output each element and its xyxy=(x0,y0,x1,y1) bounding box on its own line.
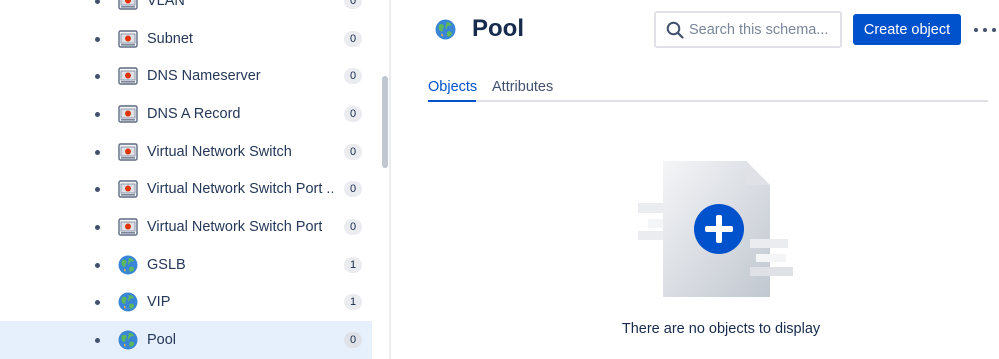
count-badge: 0 xyxy=(344,143,362,160)
bullet-dot xyxy=(95,338,100,344)
tree-item-subnet[interactable]: Subnet 0 xyxy=(0,20,372,58)
tree-item-label: Virtual Network Switch Port xyxy=(147,218,323,235)
bullet-dot xyxy=(95,262,100,268)
server-object-icon xyxy=(118,104,138,124)
tree-item-label: GSLB xyxy=(147,256,186,273)
object-type-sidebar: VLAN 0 Subnet 0 DNS Nameserver 0 DNS A R… xyxy=(0,0,391,359)
count-badge: 0 xyxy=(344,68,362,85)
tree-item-label: Virtual Network Switch Port ... xyxy=(147,181,333,198)
bullet-dot xyxy=(95,111,100,117)
count-badge: 1 xyxy=(344,256,362,273)
bullet-dot xyxy=(95,224,100,230)
tab-attributes[interactable]: Attributes xyxy=(492,79,553,95)
tab-objects[interactable]: Objects xyxy=(428,79,477,95)
bullet-dot xyxy=(95,74,100,80)
count-badge: 1 xyxy=(344,294,362,311)
bullet-dot xyxy=(95,0,100,4)
bullet-dot xyxy=(95,187,100,193)
sidebar-scrollbar[interactable] xyxy=(380,0,389,359)
tree-item-label: Subnet xyxy=(147,30,193,47)
server-object-icon xyxy=(118,179,138,199)
tree-item-virtual-network-switch-port-truncated[interactable]: Virtual Network Switch Port ... 0 xyxy=(0,170,372,208)
page-title: Pool xyxy=(472,15,524,42)
sidebar-scrollbar-thumb[interactable] xyxy=(382,76,388,168)
globe-icon xyxy=(118,292,138,312)
bullet-dot xyxy=(95,149,100,155)
tree-item-label: DNS A Record xyxy=(147,105,241,122)
server-object-icon xyxy=(118,29,138,49)
globe-icon xyxy=(118,255,138,275)
tree-item-label: VIP xyxy=(147,294,171,311)
tree-item-virtual-network-switch[interactable]: Virtual Network Switch 0 xyxy=(0,133,372,171)
count-badge: 0 xyxy=(344,332,362,349)
more-dot xyxy=(974,28,978,32)
tab-bar: Objects Attributes xyxy=(428,74,988,102)
tree-item-label: DNS Nameserver xyxy=(147,68,261,85)
count-badge: 0 xyxy=(344,30,362,47)
more-dot xyxy=(983,28,987,32)
tree-item-label: Virtual Network Switch xyxy=(147,143,292,160)
empty-state-message: There are no objects to display xyxy=(621,321,821,337)
tree-item-pool[interactable]: Pool 0 xyxy=(0,321,372,359)
add-document-icon xyxy=(638,161,793,297)
search-icon xyxy=(666,21,684,39)
tree-item-gslb[interactable]: GSLB 1 xyxy=(0,246,372,284)
count-badge: 0 xyxy=(344,181,362,198)
tree-item-vip[interactable]: VIP 1 xyxy=(0,284,372,322)
tree-item-dns-nameserver[interactable]: DNS Nameserver 0 xyxy=(0,57,372,95)
bullet-dot xyxy=(95,300,100,306)
active-tab-indicator xyxy=(428,100,476,102)
server-object-icon xyxy=(118,0,138,11)
server-object-icon xyxy=(118,142,138,162)
tree-item-dns-a-record[interactable]: DNS A Record 0 xyxy=(0,95,372,133)
globe-icon xyxy=(435,19,456,40)
search-box[interactable] xyxy=(654,11,842,48)
tree-item-vlan[interactable]: VLAN 0 xyxy=(0,0,372,20)
count-badge: 0 xyxy=(344,218,362,235)
count-badge: 0 xyxy=(344,105,362,122)
more-dot xyxy=(992,28,996,32)
object-type-tree: VLAN 0 Subnet 0 DNS Nameserver 0 DNS A R… xyxy=(0,0,372,359)
create-object-button[interactable]: Create object xyxy=(853,14,961,45)
bullet-dot xyxy=(95,36,100,42)
count-badge: 0 xyxy=(344,0,362,9)
server-object-icon xyxy=(118,217,138,237)
globe-icon xyxy=(118,330,138,350)
object-detail-panel: Pool Create object Objects Attributes xyxy=(393,0,999,359)
server-object-icon xyxy=(118,66,138,86)
tree-item-virtual-network-switch-port[interactable]: Virtual Network Switch Port 0 xyxy=(0,208,372,246)
tree-item-label: Pool xyxy=(147,332,177,349)
search-input[interactable] xyxy=(689,18,837,42)
more-horizontal-icon[interactable] xyxy=(974,20,996,40)
tree-item-label: VLAN xyxy=(147,0,185,9)
